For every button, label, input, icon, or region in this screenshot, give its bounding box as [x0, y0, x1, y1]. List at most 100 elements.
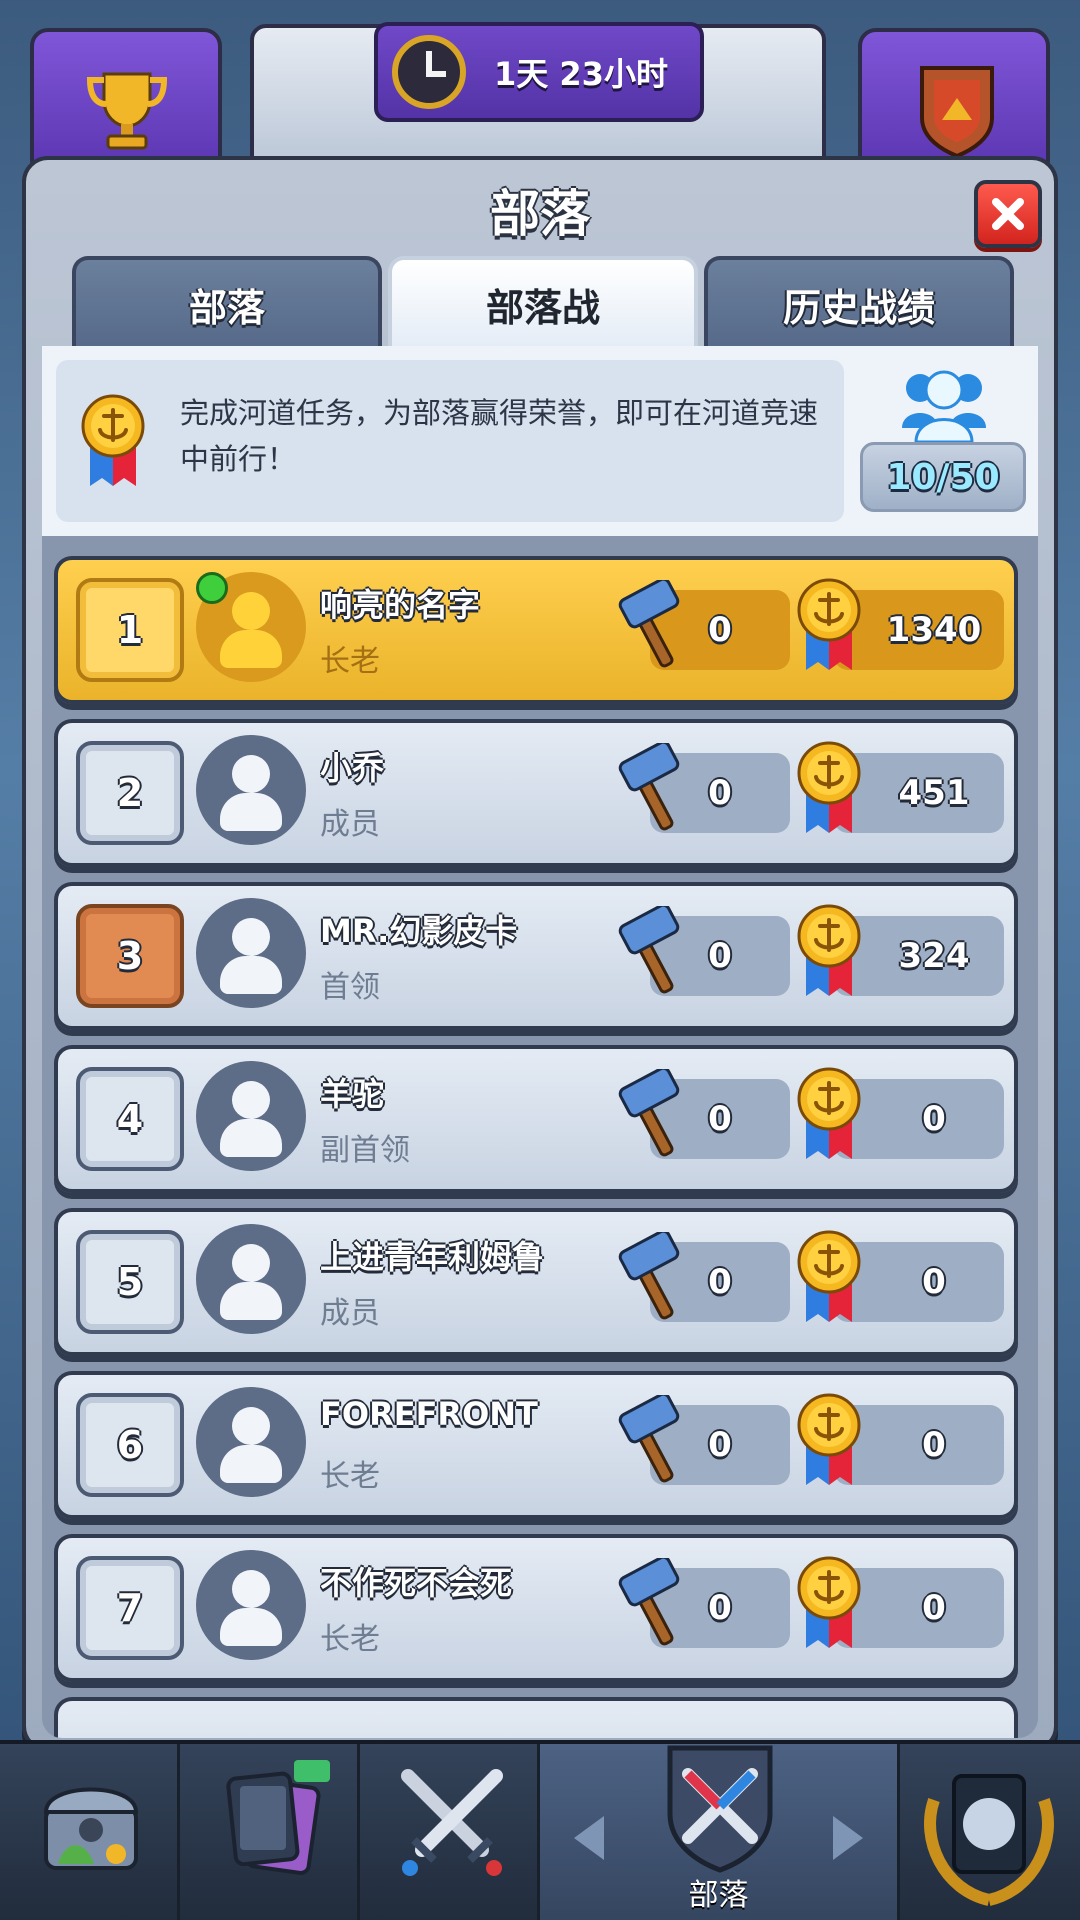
- player-role: 副首领: [320, 1133, 410, 1168]
- laurel-frame-icon: [924, 1774, 1054, 1906]
- fame-medal-icon: [797, 1067, 861, 1159]
- avatar: [196, 1550, 306, 1660]
- avatar: [196, 735, 306, 845]
- member-row[interactable]: 3 MR.幻影皮卡 首领 0 324: [54, 882, 1018, 1030]
- rank-badge: 3: [76, 904, 184, 1008]
- info-message-box: 完成河道任务，为部落赢得荣誉，即可在河道竞速中前行！: [56, 360, 844, 522]
- avatar-head: [232, 1407, 270, 1445]
- clan-crest-icon: [667, 1745, 773, 1873]
- hammer-icon: [618, 1558, 680, 1646]
- bottom-nav: 部落: [0, 1740, 1080, 1920]
- tab-clan-war[interactable]: 部落战: [388, 256, 698, 348]
- participants-counter: 10/50: [860, 366, 1026, 516]
- clan-panel: 部落 部落 部落战 历史战绩 完成河道任务，为部落赢得荣誉，即可在河道竞速中前行…: [22, 156, 1058, 1752]
- participants-icon: [902, 370, 986, 444]
- tab-war-history[interactable]: 历史战绩: [704, 256, 1014, 348]
- panel-title: 部落: [490, 185, 590, 243]
- member-row-partial[interactable]: [54, 1697, 1018, 1738]
- tab-clan[interactable]: 部落: [72, 256, 382, 348]
- avatar-head: [232, 1570, 270, 1608]
- crossed-swords-icon: [401, 1769, 503, 1876]
- player-role: 首领: [320, 970, 380, 1005]
- player-role: 长老: [320, 1459, 380, 1494]
- player-role: 成员: [320, 1296, 380, 1331]
- cards-icon: [226, 1760, 330, 1875]
- avatar-body: [220, 793, 282, 831]
- member-row[interactable]: 2 小乔 成员 0 451: [54, 719, 1018, 867]
- member-row[interactable]: 7 不作死不会死 长老 0 0: [54, 1534, 1018, 1682]
- avatar-body: [220, 956, 282, 994]
- rank-badge: 5: [76, 1230, 184, 1334]
- player-role: 长老: [320, 1622, 380, 1657]
- avatar-body: [220, 1282, 282, 1320]
- fame-medal-icon: [797, 741, 861, 833]
- nav-clan-label: 部落: [688, 1878, 749, 1913]
- member-row[interactable]: 5 上进青年利姆鲁 成员 0 0: [54, 1208, 1018, 1356]
- fame-medal-icon: [797, 1393, 861, 1485]
- hammer-icon: [618, 1232, 680, 1320]
- rank-badge: 1: [76, 578, 184, 682]
- nav-cards[interactable]: [180, 1744, 360, 1920]
- player-role: 成员: [320, 807, 380, 842]
- fame-medal-icon: [81, 394, 145, 486]
- avatar-head: [232, 755, 270, 793]
- fame-medal-icon: [797, 1230, 861, 1322]
- info-text: 完成河道任务，为部落赢得荣誉，即可在河道竞速中前行！: [180, 396, 819, 476]
- avatar: [196, 898, 306, 1008]
- nav-battle[interactable]: [360, 1744, 540, 1920]
- rank-badge: 2: [76, 741, 184, 845]
- clan-war-content: 完成河道任务，为部落赢得荣誉，即可在河道竞速中前行！ 10/50 1 响亮的名字…: [42, 346, 1038, 1738]
- avatar: [196, 1387, 306, 1497]
- player-name: 羊驼: [320, 1075, 385, 1113]
- chevron-left-icon[interactable]: [574, 1816, 604, 1860]
- nav-shop[interactable]: [0, 1744, 180, 1920]
- player-name: 上进青年利姆鲁: [320, 1238, 545, 1276]
- clan-shield-icon: [920, 66, 994, 158]
- hammer-icon: [618, 1395, 680, 1483]
- hammer-icon: [618, 743, 680, 831]
- player-name: 响亮的名字: [320, 586, 481, 624]
- avatar-head: [232, 1081, 270, 1119]
- close-button[interactable]: [974, 180, 1042, 248]
- fame-medal-icon: [797, 904, 861, 996]
- clock-icon: [392, 35, 466, 109]
- avatar-head: [232, 592, 270, 630]
- player-name: 不作死不会死: [320, 1564, 513, 1602]
- close-icon: [992, 198, 1024, 230]
- fame-medal-icon: [797, 578, 861, 670]
- member-row[interactable]: 1 响亮的名字 长老 0 1340: [54, 556, 1018, 704]
- avatar-head: [232, 918, 270, 956]
- avatar-head: [232, 1244, 270, 1282]
- war-timer: 1天 23小时: [374, 22, 704, 122]
- timer-text: 1天 23小时: [494, 55, 668, 93]
- nav-clan[interactable]: 部落: [540, 1744, 900, 1920]
- avatar-body: [220, 1119, 282, 1157]
- participants-count: 10/50: [860, 442, 1026, 512]
- chevron-right-icon[interactable]: [833, 1816, 863, 1860]
- nav-events[interactable]: [900, 1744, 1080, 1920]
- player-name: MR.幻影皮卡: [320, 912, 518, 950]
- member-row[interactable]: 4 羊驼 副首领 0 0: [54, 1045, 1018, 1193]
- trophy-icon: [86, 72, 168, 150]
- rank-badge: 4: [76, 1067, 184, 1171]
- info-box: 完成河道任务，为部落赢得荣誉，即可在河道竞速中前行！ 10/50: [42, 346, 1038, 536]
- avatar-body: [220, 630, 282, 668]
- avatar: [196, 1224, 306, 1334]
- chest-icon: [43, 1787, 139, 1870]
- player-name: 小乔: [320, 749, 385, 787]
- fame-medal-icon: [797, 1556, 861, 1648]
- tab-bar: 部落 部落战 历史战绩: [72, 256, 1020, 348]
- rank-badge: 6: [76, 1393, 184, 1497]
- rank-badge: 7: [76, 1556, 184, 1660]
- player-role: 长老: [320, 644, 380, 679]
- member-row[interactable]: 6 FOREFRONT 长老 0 0: [54, 1371, 1018, 1519]
- online-status-icon: [196, 572, 228, 604]
- hammer-icon: [618, 1069, 680, 1157]
- avatar-body: [220, 1445, 282, 1483]
- hammer-icon: [618, 580, 680, 668]
- avatar-body: [220, 1608, 282, 1646]
- player-name: FOREFRONT: [320, 1395, 538, 1433]
- hammer-icon: [618, 906, 680, 994]
- avatar: [196, 1061, 306, 1171]
- top-header: 1天 23小时: [0, 0, 1080, 178]
